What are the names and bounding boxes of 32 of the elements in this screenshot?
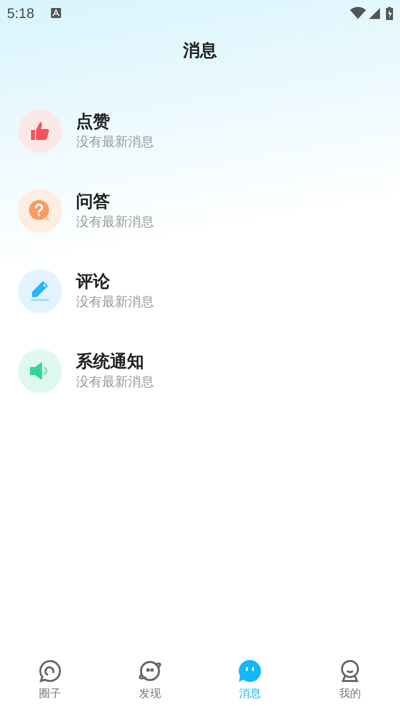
page-title: 消息 bbox=[183, 40, 217, 62]
message-category-item[interactable]: 系统通知 没有最新消息 bbox=[0, 331, 400, 411]
message-category-item[interactable]: 问答 没有最新消息 bbox=[0, 171, 400, 251]
category-title: 系统通知 bbox=[76, 351, 145, 373]
category-subtitle: 没有最新消息 bbox=[76, 133, 154, 151]
thumbs-up-icon bbox=[29, 120, 51, 142]
tab-label: 消息 bbox=[239, 687, 261, 702]
message-category-item[interactable]: 点赞 没有最新消息 bbox=[0, 91, 400, 171]
battery-icon bbox=[386, 6, 393, 20]
notification-icon bbox=[51, 8, 62, 18]
tab-label: 我的 bbox=[339, 687, 361, 702]
pencil-icon bbox=[28, 279, 52, 303]
status-time: 5:18 bbox=[7, 4, 34, 22]
tab-label: 圈子 bbox=[39, 687, 61, 702]
category-title: 点赞 bbox=[76, 111, 111, 133]
planet-icon bbox=[137, 659, 163, 684]
signal-icon bbox=[369, 8, 380, 18]
category-subtitle: 没有最新消息 bbox=[76, 213, 154, 231]
wifi-icon bbox=[350, 7, 366, 19]
category-title: 问答 bbox=[76, 191, 111, 213]
chat-bubble-icon bbox=[238, 659, 262, 684]
chat-ring-icon bbox=[38, 659, 62, 684]
message-category-item[interactable]: 评论 没有最新消息 bbox=[0, 251, 400, 331]
person-icon bbox=[338, 659, 362, 684]
category-title: 评论 bbox=[76, 271, 111, 293]
tab-label: 发现 bbox=[139, 687, 161, 702]
nav-tab[interactable]: 发现 bbox=[100, 653, 200, 709]
nav-tab[interactable]: 我的 bbox=[300, 653, 400, 709]
category-subtitle: 没有最新消息 bbox=[76, 293, 154, 311]
category-subtitle: 没有最新消息 bbox=[76, 373, 154, 391]
question-bubble-icon bbox=[28, 199, 52, 223]
nav-tab[interactable]: 圈子 bbox=[0, 653, 100, 709]
